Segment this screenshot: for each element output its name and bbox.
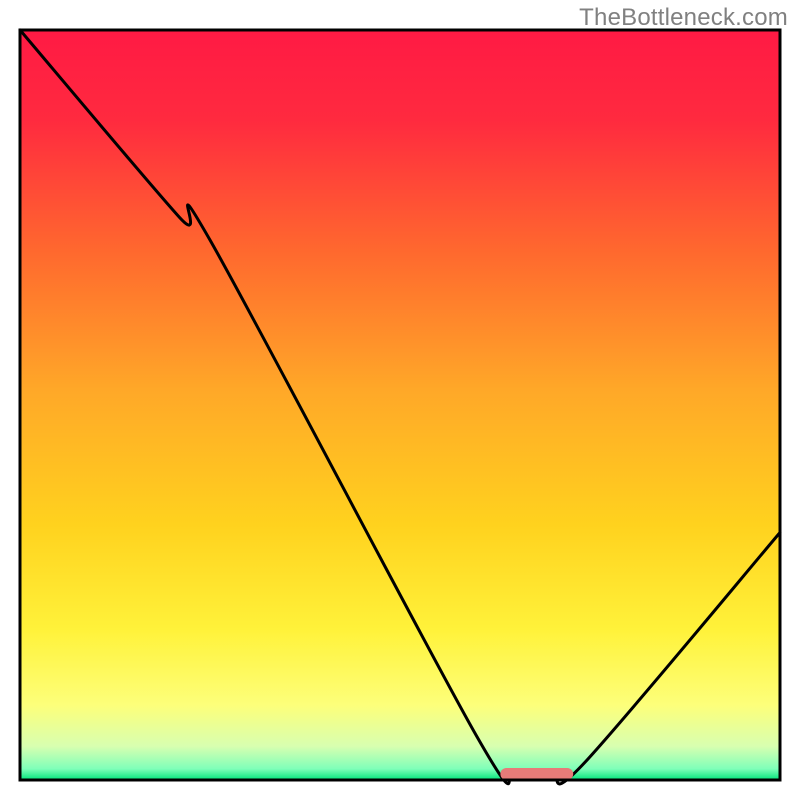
bottleneck-chart (0, 0, 800, 800)
watermark-text: TheBottleneck.com (579, 4, 788, 32)
chart-container: TheBottleneck.com (0, 0, 800, 800)
